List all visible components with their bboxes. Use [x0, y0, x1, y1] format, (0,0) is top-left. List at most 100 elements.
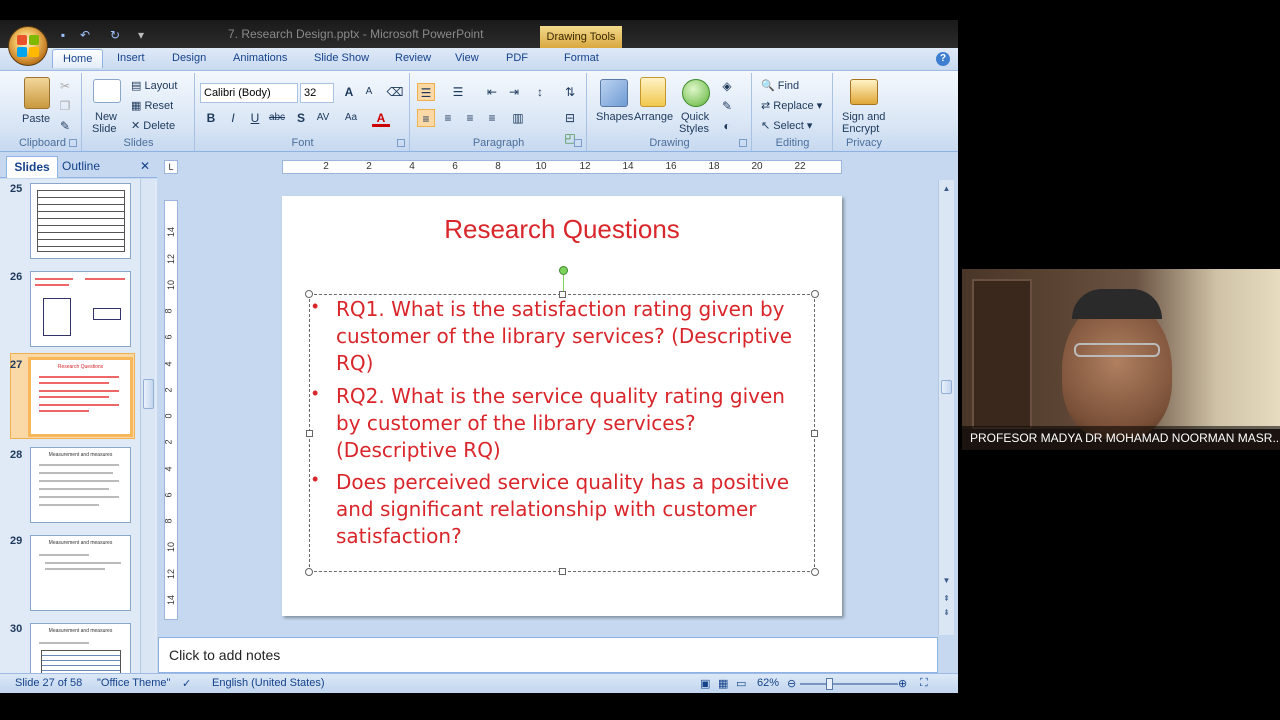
new-slide-icon[interactable]: [93, 79, 121, 103]
redo-icon[interactable]: ↻: [108, 28, 122, 42]
line-spacing-icon[interactable]: ↕: [531, 83, 549, 101]
save-icon[interactable]: ▪: [56, 28, 70, 42]
arrange-icon[interactable]: [640, 77, 666, 107]
increase-indent-icon[interactable]: ⇥: [505, 83, 523, 101]
grow-font-icon[interactable]: A: [340, 83, 358, 101]
underline-icon[interactable]: U: [246, 109, 264, 127]
quick-styles-icon[interactable]: [682, 79, 710, 107]
italic-icon[interactable]: I: [224, 109, 242, 127]
font-color-icon[interactable]: A: [372, 109, 390, 127]
sign-encrypt-label-2[interactable]: Encrypt: [842, 123, 879, 135]
arrange-button[interactable]: Arrange: [634, 111, 673, 123]
paste-button[interactable]: Paste: [22, 113, 50, 125]
font-launcher-icon[interactable]: [397, 139, 405, 147]
replace-button[interactable]: ⇄ Replace ▾: [761, 99, 822, 112]
scroll-thumb[interactable]: [941, 380, 952, 394]
align-text-icon[interactable]: ⊟: [561, 109, 579, 127]
align-center-icon[interactable]: ≡: [439, 109, 457, 127]
quick-styles-label-2[interactable]: Styles: [679, 123, 709, 135]
tab-design[interactable]: Design: [172, 52, 206, 64]
copy-icon[interactable]: ❐: [56, 97, 74, 115]
undo-icon[interactable]: ↶: [78, 28, 92, 42]
slide-show-icon[interactable]: ▭: [736, 677, 746, 690]
bullets-icon[interactable]: ☰: [417, 83, 435, 101]
shadow-icon[interactable]: S: [292, 109, 310, 127]
previous-slide-icon[interactable]: ⇞: [941, 594, 952, 604]
scroll-up-icon[interactable]: ▲: [941, 184, 952, 194]
shape-fill-icon[interactable]: ◈: [718, 77, 736, 95]
slide-sorter-icon[interactable]: ▦: [718, 677, 728, 690]
strikethrough-icon[interactable]: abc: [268, 109, 286, 127]
paste-icon[interactable]: [24, 77, 50, 109]
bold-icon[interactable]: B: [202, 109, 220, 127]
font-size-combo[interactable]: 32: [300, 83, 334, 103]
tab-format[interactable]: Format: [564, 52, 599, 64]
clear-formatting-icon[interactable]: ⌫: [386, 83, 404, 101]
office-button[interactable]: [8, 26, 48, 66]
slide-thumbnail-29[interactable]: Measurement and measures: [30, 535, 131, 611]
shrink-font-icon[interactable]: A: [360, 83, 378, 101]
resize-handle[interactable]: [811, 430, 818, 437]
tab-review[interactable]: Review: [395, 52, 431, 64]
reset-button[interactable]: ▦ Reset: [131, 99, 173, 112]
cut-icon[interactable]: ✂: [56, 77, 74, 95]
zoom-slider-knob[interactable]: [826, 678, 833, 690]
select-button[interactable]: ↖ Select ▾: [761, 119, 812, 132]
notes-pane[interactable]: Click to add notes: [158, 637, 938, 673]
resize-handle[interactable]: [306, 430, 313, 437]
text-direction-icon[interactable]: ⇅: [561, 83, 579, 101]
resize-handle[interactable]: [305, 568, 313, 576]
shape-outline-icon[interactable]: ✎: [718, 97, 736, 115]
customize-qat-icon[interactable]: ▾: [134, 28, 148, 42]
scroll-down-icon[interactable]: ▼: [941, 576, 952, 586]
sign-encrypt-icon[interactable]: [850, 79, 878, 105]
zoom-in-icon[interactable]: ⊕: [898, 677, 907, 690]
slide-canvas[interactable]: Research Questions ⇕ • RQ1. What is the …: [282, 196, 842, 669]
language-indicator[interactable]: English (United States): [212, 677, 325, 689]
decrease-indent-icon[interactable]: ⇤: [483, 83, 501, 101]
slide-thumbnail-27[interactable]: Research Questions: [28, 357, 133, 437]
bullet-rq1[interactable]: RQ1. What is the satisfaction rating giv…: [336, 296, 806, 377]
help-icon[interactable]: ?: [936, 52, 950, 66]
shapes-button[interactable]: Shapes: [596, 111, 633, 123]
zoom-out-icon[interactable]: ⊖: [787, 677, 796, 690]
bullet-rq2[interactable]: RQ2. What is the service quality rating …: [336, 383, 806, 464]
slide-title[interactable]: Research Questions: [282, 214, 842, 245]
tab-pdf[interactable]: PDF: [506, 52, 528, 64]
tab-outline[interactable]: Outline: [62, 159, 100, 173]
slide-thumbnail-26[interactable]: [30, 271, 131, 347]
rotation-handle[interactable]: [559, 266, 568, 275]
format-painter-icon[interactable]: ✎: [56, 117, 74, 135]
delete-button[interactable]: ✕ Delete: [131, 119, 175, 132]
find-button[interactable]: 🔍 Find: [761, 79, 799, 92]
shape-effects-icon[interactable]: ◐: [718, 117, 736, 135]
numbering-icon[interactable]: ☰: [449, 83, 467, 101]
slide-thumbnail-25[interactable]: [30, 183, 131, 259]
columns-icon[interactable]: ▥: [509, 109, 527, 127]
panel-scrollbar[interactable]: [140, 179, 155, 673]
tab-animations[interactable]: Animations: [233, 52, 287, 64]
slide-thumbnail-30[interactable]: Measurement and measures: [30, 623, 131, 673]
shapes-icon[interactable]: [600, 79, 628, 107]
scroll-thumb[interactable]: [143, 379, 154, 409]
sign-encrypt-label-1[interactable]: Sign and: [842, 111, 885, 123]
align-right-icon[interactable]: ≡: [461, 109, 479, 127]
zoom-level[interactable]: 62%: [757, 677, 779, 689]
next-slide-icon[interactable]: ⇟: [941, 608, 952, 618]
new-slide-label-2[interactable]: Slide: [92, 123, 116, 135]
align-left-icon[interactable]: ≡: [417, 109, 435, 127]
change-case-icon[interactable]: Aa: [342, 109, 360, 127]
normal-view-icon[interactable]: ▣: [700, 677, 710, 690]
drawing-launcher-icon[interactable]: [739, 139, 747, 147]
font-name-combo[interactable]: Calibri (Body): [200, 83, 298, 103]
resize-handle[interactable]: [559, 568, 566, 575]
bullet-rq3[interactable]: Does perceived service quality has a pos…: [336, 469, 806, 550]
justify-icon[interactable]: ≡: [483, 109, 501, 127]
tab-slide-show[interactable]: Slide Show: [314, 52, 369, 64]
tab-home[interactable]: Home: [52, 49, 104, 68]
resize-handle[interactable]: [811, 290, 819, 298]
layout-button[interactable]: ▤ Layout: [131, 79, 177, 92]
slide-thumbnail-28[interactable]: Measurement and measures: [30, 447, 131, 523]
resize-handle[interactable]: [811, 568, 819, 576]
tab-selector[interactable]: L: [164, 160, 178, 174]
